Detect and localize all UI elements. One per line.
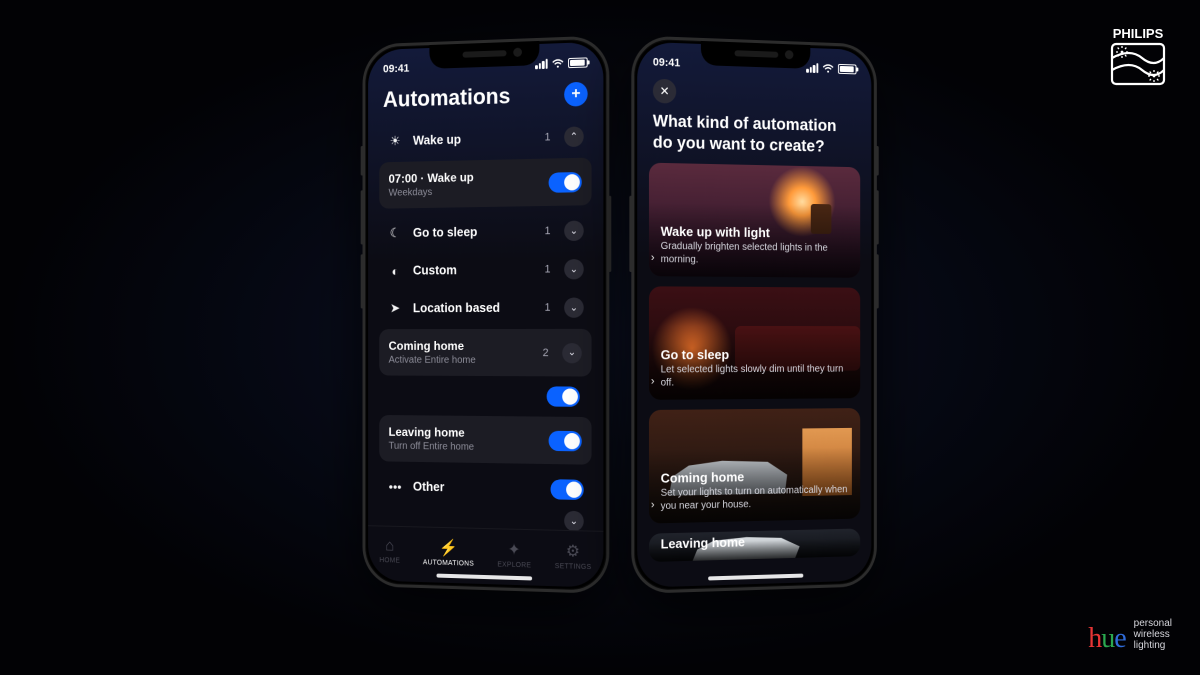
- toggle-switch[interactable]: [547, 386, 580, 406]
- tab-settings[interactable]: ⚙ SETTINGS: [555, 541, 592, 571]
- toggle-switch[interactable]: [551, 479, 584, 500]
- tab-label: SETTINGS: [555, 563, 592, 571]
- phone-left: 09:41 Automations + ☀ Wake up 1 ⌃: [363, 35, 610, 594]
- automation-item-wake[interactable]: 07:00 · Wake up Weekdays: [379, 158, 591, 209]
- location-icon: ➤: [387, 300, 404, 316]
- automation-title: Leaving home: [389, 425, 539, 441]
- automation-option-coming-home[interactable]: › Coming home Set your lights to turn on…: [649, 408, 860, 523]
- bolt-icon: ⚡: [439, 538, 458, 558]
- section-count: 1: [545, 225, 551, 237]
- tab-label: AUTOMATIONS: [423, 559, 474, 567]
- chevron-up-icon: ⌃: [564, 126, 584, 147]
- automation-option-wake-up[interactable]: › Wake up with light Gradually brighten …: [649, 163, 860, 278]
- close-button[interactable]: ✕: [653, 79, 676, 104]
- automation-item-coming-home[interactable]: Coming home Activate Entire home 2 ⌄: [379, 329, 591, 377]
- sunrise-icon: ☀: [387, 133, 404, 149]
- option-desc: Set your lights to turn on automatically…: [661, 484, 849, 513]
- automation-option-go-to-sleep[interactable]: › Go to sleep Let selected lights slowly…: [649, 287, 860, 401]
- wifi-icon: [552, 58, 565, 69]
- toggle-switch[interactable]: [549, 171, 582, 192]
- section-count: 1: [545, 263, 551, 275]
- home-icon: ⌂: [385, 537, 394, 555]
- hue-tagline: personal wireless lighting: [1134, 618, 1172, 655]
- automation-item-leaving-home[interactable]: Leaving home Turn off Entire home: [379, 415, 591, 465]
- chevron-down-icon: ⌄: [564, 298, 584, 318]
- section-count: 1: [545, 302, 551, 314]
- signal-icon: [535, 59, 548, 70]
- section-label: Custom: [413, 263, 535, 278]
- section-label: Go to sleep: [413, 224, 535, 240]
- chevron-down-icon: ⌄: [564, 221, 584, 241]
- tab-home[interactable]: ⌂ HOME: [379, 537, 400, 564]
- automation-subtitle: Turn off Entire home: [389, 441, 539, 454]
- section-label: Other: [413, 480, 541, 496]
- notch: [429, 41, 539, 69]
- tab-automations[interactable]: ⚡ AUTOMATIONS: [423, 537, 474, 567]
- clock-icon: ◐: [387, 263, 404, 278]
- svg-text:PHILIPS: PHILIPS: [1113, 26, 1164, 41]
- section-label: Location based: [413, 301, 535, 315]
- automation-option-leaving-home[interactable]: Leaving home: [649, 529, 860, 563]
- automation-title: 07:00 · Wake up: [389, 169, 539, 186]
- more-icon: •••: [387, 479, 404, 494]
- phone-right: 09:41 ✕ What kind of automation do you w…: [631, 35, 877, 594]
- page-title: Automations: [383, 83, 510, 113]
- chevron-down-icon: ⌄: [562, 343, 582, 363]
- status-time: 09:41: [653, 56, 680, 69]
- chevron-down-icon: ⌄: [564, 511, 584, 531]
- home-indicator[interactable]: [708, 574, 803, 581]
- section-wake-up[interactable]: ☀ Wake up 1 ⌃: [379, 117, 591, 160]
- philips-logo: PHILIPS: [1102, 24, 1174, 88]
- option-title: Wake up with light: [661, 224, 849, 242]
- option-desc: Let selected lights slowly dim until the…: [661, 364, 849, 390]
- add-automation-button[interactable]: +: [564, 82, 587, 107]
- option-title: Go to sleep: [661, 347, 849, 362]
- automation-subtitle: Activate Entire home: [389, 355, 533, 366]
- chevron-down-icon: ⌄: [564, 259, 584, 279]
- wifi-icon: [822, 63, 834, 73]
- tab-explore[interactable]: ✦ EXPLORE: [497, 539, 531, 569]
- tab-label: EXPLORE: [497, 561, 531, 569]
- section-label: Wake up: [413, 131, 535, 148]
- item-count: 2: [543, 347, 549, 359]
- section-go-to-sleep[interactable]: ☾ Go to sleep 1 ⌄: [379, 211, 591, 252]
- section-other[interactable]: ••• Other: [379, 467, 591, 509]
- battery-icon: [568, 57, 588, 68]
- section-count: 1: [545, 131, 551, 143]
- tab-label: HOME: [379, 557, 400, 565]
- moon-icon: ☾: [387, 225, 404, 241]
- page-title: What kind of automation do you want to c…: [653, 111, 857, 158]
- signal-icon: [806, 63, 818, 73]
- rocket-icon: ✦: [508, 540, 521, 560]
- status-time: 09:41: [383, 63, 409, 76]
- toggle-switch[interactable]: [549, 430, 582, 451]
- option-desc: Gradually brighten selected lights in th…: [661, 241, 849, 268]
- automation-subtitle: Weekdays: [389, 185, 539, 199]
- section-custom[interactable]: ◐ Custom 1 ⌄: [379, 250, 591, 290]
- automation-title: Coming home: [389, 339, 533, 353]
- gear-icon: ⚙: [566, 541, 580, 562]
- battery-icon: [838, 64, 857, 75]
- notch: [701, 41, 810, 69]
- section-location-based[interactable]: ➤ Location based 1 ⌄: [379, 288, 591, 327]
- hue-logo: hue personal wireless lighting: [1088, 618, 1172, 655]
